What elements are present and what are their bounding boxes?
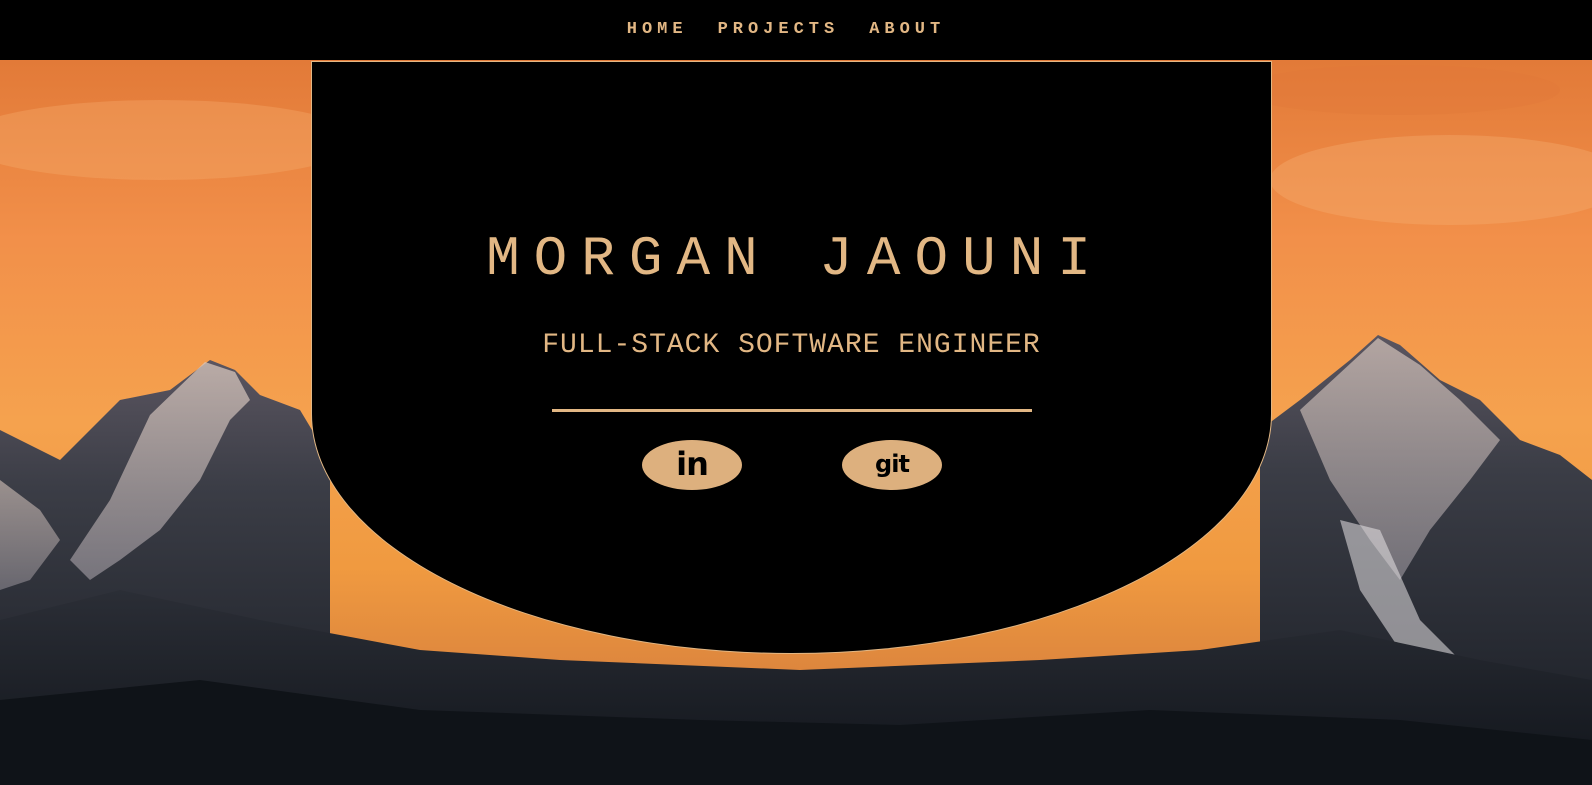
nav-link-home[interactable]: HOME <box>627 20 688 39</box>
hero-card: MORGAN JAOUNI FULL-STACK SOFTWARE ENGINE… <box>311 61 1272 654</box>
hero-name: MORGAN JAOUNI <box>486 227 1105 291</box>
github-button[interactable]: git <box>842 440 942 490</box>
social-links: in git <box>312 440 1271 490</box>
nav-link-about[interactable]: ABOUT <box>869 20 945 39</box>
linkedin-button[interactable]: in <box>642 440 742 490</box>
hero-divider <box>552 409 1032 412</box>
linkedin-icon: in <box>676 445 709 483</box>
nav-link-projects[interactable]: PROJECTS <box>718 20 840 39</box>
top-navbar: HOME PROJECTS ABOUT <box>0 0 1592 60</box>
page: HOME PROJECTS ABOUT MORGAN JAOUNI FULL-S… <box>0 0 1592 785</box>
github-icon: git <box>875 450 910 478</box>
hero-subtitle: FULL-STACK SOFTWARE ENGINEER <box>542 330 1041 361</box>
nav-links: HOME PROJECTS ABOUT <box>627 20 945 39</box>
